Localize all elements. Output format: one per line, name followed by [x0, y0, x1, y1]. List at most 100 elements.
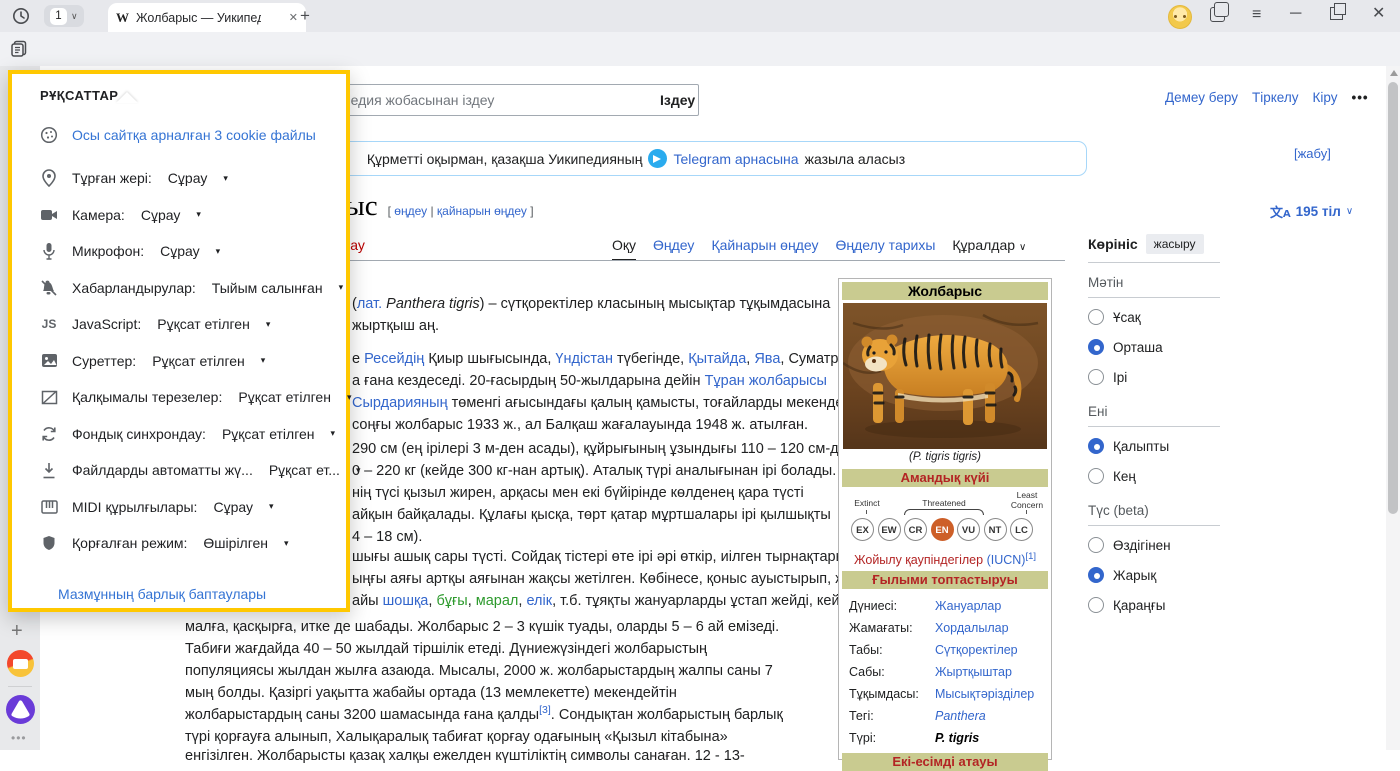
active-tab[interactable]: W Жолбарыс — Уикипеди ✕ [108, 3, 306, 32]
permission-value-dropdown[interactable]: Рұқсат етілген [238, 389, 331, 405]
edit-link[interactable]: өңдеу [394, 204, 427, 218]
article-tab-Оқу[interactable]: Оқу [612, 237, 636, 261]
taxonomy-label: Тұқымдасы: [849, 687, 935, 701]
taxonomy-value[interactable]: Хордалылар [935, 621, 1009, 635]
permission-value-dropdown[interactable]: Рұқсат етілген [222, 426, 315, 442]
iucn-tick [866, 510, 867, 514]
permission-value-dropdown[interactable]: Тыйым салынған [212, 280, 323, 296]
article-link[interactable]: Ресейдің [364, 351, 424, 367]
permission-value-dropdown[interactable]: Өшірілген [203, 535, 268, 551]
permission-value-dropdown[interactable]: Сұрау [160, 243, 200, 259]
window-minimize-button[interactable]: ─ [1290, 6, 1301, 22]
article-tab-Құралдар[interactable]: Құралдар ∨ [952, 237, 1026, 261]
taxonomy-value[interactable]: Жыртқыштар [935, 665, 1012, 679]
avatar[interactable] [1168, 5, 1192, 29]
scrollbar-thumb[interactable] [1388, 82, 1398, 514]
radio-icon[interactable] [1088, 309, 1104, 325]
banner-close-link[interactable]: [жабу] [1294, 146, 1331, 161]
radio-option-Жарық[interactable]: Жарық [1088, 560, 1220, 590]
article-link[interactable]: Сырдарияның [352, 395, 448, 411]
history-clock-icon[interactable] [12, 7, 30, 25]
radio-selected-icon[interactable] [1088, 339, 1104, 355]
tab-group-chip[interactable]: 1 ∨ [44, 5, 84, 27]
article-line-10: 4 – 18 см). [352, 526, 422, 548]
radio-option-Қараңғы[interactable]: Қараңғы [1088, 590, 1220, 620]
side-panels-icon[interactable] [1210, 7, 1225, 22]
sidebar-pages-icon[interactable] [10, 39, 29, 58]
taxonomy-value[interactable]: Жануарлар [935, 599, 1001, 613]
search-input[interactable] [300, 84, 666, 116]
status-text[interactable]: Жойылу қаупіндегілер [854, 553, 983, 567]
appearance-group-label-2: Түс (beta) [1088, 491, 1220, 526]
js-icon: JS [40, 315, 58, 333]
radio-label: Ірі [1113, 370, 1127, 385]
reference-link[interactable]: [1] [1025, 551, 1036, 562]
taxonomy-row-6: Түрі:P. tigris [849, 727, 1045, 749]
new-tab-button[interactable]: + [300, 7, 310, 24]
sidebar-more-icon[interactable]: ••• [11, 731, 27, 745]
appearance-hide-button[interactable]: жасыру [1146, 234, 1204, 254]
article-link[interactable]: бұғы [436, 593, 467, 609]
radio-icon[interactable] [1088, 597, 1104, 613]
article-tab-Өңделу тарихы[interactable]: Өңделу тарихы [836, 237, 936, 261]
radio-option-Өздігінен[interactable]: Өздігінен [1088, 530, 1220, 560]
radio-option-Ұсақ[interactable]: Ұсақ [1088, 302, 1220, 332]
status-org-link[interactable]: (IUCN) [987, 553, 1026, 567]
permission-value-dropdown[interactable]: Рұқсат ет... [269, 462, 340, 478]
window-close-button[interactable]: ✕ [1372, 6, 1385, 22]
taxonomy-label: Табы: [849, 643, 935, 657]
telegram-channel-link[interactable]: Telegram арнасына [673, 151, 798, 167]
article-link[interactable]: шошқа [383, 593, 429, 609]
permission-value-dropdown[interactable]: Рұқсат етілген [152, 353, 245, 369]
article-link[interactable]: марал [476, 593, 519, 609]
article-link[interactable]: Ява [754, 351, 780, 367]
wiki-top-link-0[interactable]: Демеу беру [1165, 90, 1238, 105]
radio-icon[interactable] [1088, 369, 1104, 385]
sidebar-add-icon[interactable]: + [11, 620, 23, 643]
taxonomy-value[interactable]: Сүтқоректілер [935, 643, 1018, 657]
permission-value-dropdown[interactable]: Сұрау [168, 170, 208, 186]
article-link[interactable]: Үндістан [555, 351, 613, 367]
radio-icon[interactable] [1088, 537, 1104, 553]
yandex-mail-icon[interactable] [7, 650, 34, 677]
close-tab-icon[interactable]: ✕ [289, 11, 298, 24]
iucn-code-LC: LC [1010, 518, 1033, 541]
radio-option-Ірі[interactable]: Ірі [1088, 362, 1220, 392]
cookies-link[interactable]: Осы сайтқа арналған 3 cookie файлы [72, 127, 316, 143]
article-link[interactable]: елік [526, 593, 552, 609]
permission-value-dropdown[interactable]: Сұрау [141, 207, 181, 223]
scrollbar-up-arrow[interactable] [1390, 70, 1398, 76]
article-tab-Қайнарын өңдеу[interactable]: Қайнарын өңдеу [711, 237, 818, 261]
radio-icon[interactable] [1088, 468, 1104, 484]
permission-value-dropdown[interactable]: Рұқсат етілген [157, 316, 250, 332]
radio-selected-icon[interactable] [1088, 438, 1104, 454]
wiki-top-link-2[interactable]: Кіру [1312, 90, 1337, 105]
article-link[interactable]: [3] [539, 704, 551, 716]
window-maximize-button[interactable] [1330, 7, 1343, 20]
permission-value-dropdown[interactable]: Сұрау [213, 499, 253, 515]
wiki-top-link-1[interactable]: Тіркелу [1252, 90, 1299, 105]
article-link[interactable]: Қытайда [688, 351, 746, 367]
menu-hamburger-icon[interactable]: ≡ [1252, 7, 1261, 23]
wiki-more-menu[interactable]: ••• [1351, 90, 1368, 105]
language-count: 195 тіл [1296, 204, 1341, 219]
edit-source-link[interactable]: қайнарын өңдеу [437, 204, 527, 218]
radio-option-Қалыпты[interactable]: Қалыпты [1088, 431, 1220, 461]
article-line-4: Сырдарияның төменгі ағысындағы қалың қам… [352, 392, 869, 414]
taxonomy-value[interactable]: Мысықтәрізділер [935, 687, 1034, 701]
permission-label: Тұрған жері: [72, 170, 152, 186]
tiger-photo[interactable] [843, 303, 1047, 449]
language-selector[interactable]: 文ᴀ 195 тіл ∨ [1270, 202, 1353, 221]
search-button[interactable]: Іздеу [654, 84, 699, 116]
article-tab-Өңдеу[interactable]: Өңдеу [653, 237, 694, 261]
all-content-settings-link[interactable]: Мазмұнның барлық баптаулары [58, 586, 266, 602]
wikipedia-favicon: W [116, 10, 129, 26]
article-link[interactable]: лат. [357, 296, 382, 312]
radio-option-Кең[interactable]: Кең [1088, 461, 1220, 491]
article-link[interactable]: Тұран жолбарысы [705, 373, 827, 389]
taxonomy-value[interactable]: Panthera [935, 709, 986, 723]
alice-assistant-icon[interactable] [6, 695, 35, 724]
radio-selected-icon[interactable] [1088, 567, 1104, 583]
radio-option-Орташа[interactable]: Орташа [1088, 332, 1220, 362]
article-line-5: соңғы жолбарыс 1933 ж., ал Балқаш жағала… [352, 414, 808, 436]
